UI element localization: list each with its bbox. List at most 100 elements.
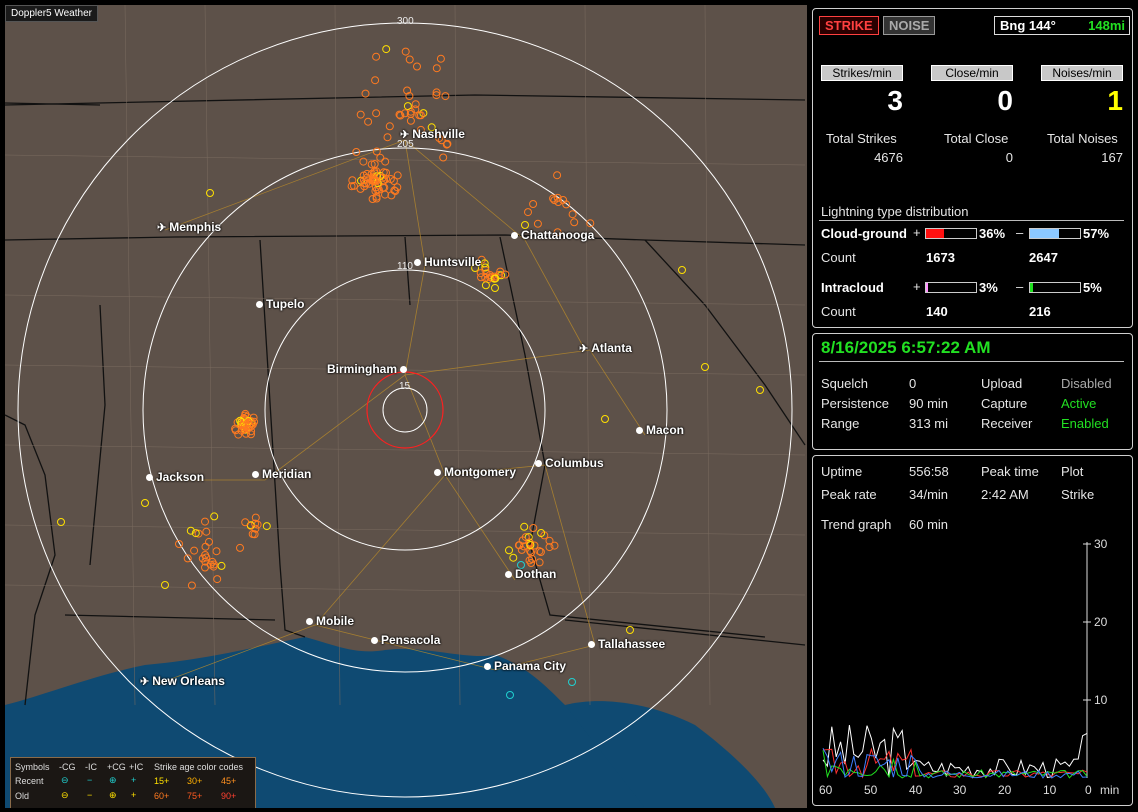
city-dot <box>588 641 595 649</box>
x-label-0: 0 <box>1085 783 1092 797</box>
cg-negative-pct: 57% <box>1083 226 1110 241</box>
lightning-map[interactable]: Doppler5 Weather 300 205 110 15 ✈ Nashvil… <box>5 5 807 808</box>
old-neg-cg-icon: ⊖ <box>61 790 69 800</box>
legend-age-90: 90+ <box>221 791 237 801</box>
ic-positive-fill <box>926 283 928 292</box>
strike-marker <box>241 518 250 527</box>
legend-col-neg-cg: -CG <box>59 762 76 772</box>
strike-marker <box>57 518 65 526</box>
city-dot <box>434 469 441 477</box>
strike-marker <box>529 200 538 208</box>
legend-recent-label: Recent <box>15 776 44 786</box>
strike-marker <box>586 219 595 228</box>
city-dot <box>146 474 153 482</box>
strike-marker <box>439 153 448 162</box>
legend-age-15: 15+ <box>154 776 170 786</box>
strike-marker <box>509 553 518 562</box>
strike-marker <box>568 678 576 686</box>
strike-marker <box>368 195 377 203</box>
city-dot <box>484 663 491 671</box>
legend-age-75: 75+ <box>187 791 203 801</box>
trend-graph-value: 60 min <box>909 517 949 532</box>
status-divider <box>819 361 1124 362</box>
strike-marker <box>205 537 213 546</box>
symbol-legend: Symbols -CG -IC +CG +IC Strike age color… <box>10 757 256 808</box>
city-dot <box>505 571 512 579</box>
persistence-label: Persistence <box>821 396 889 411</box>
strike-marker <box>372 52 381 61</box>
trend-line <box>822 725 1088 779</box>
total-strikes-label: Total Strikes <box>826 131 897 146</box>
x-unit-label: min <box>1100 783 1120 797</box>
ic-negative-count: 216 <box>1029 304 1051 319</box>
ic-positive-count: 140 <box>926 304 948 319</box>
strike-marker <box>678 266 686 274</box>
strike-marker <box>436 54 445 63</box>
strike-marker <box>491 284 499 292</box>
legend-col-neg-ic: -IC <box>85 762 97 772</box>
total-noises-value: 167 <box>1101 150 1123 165</box>
ring-label-300: 300 <box>397 16 414 27</box>
airport-icon: ✈ <box>579 343 589 355</box>
trend-graph-label: Trend graph <box>821 517 892 532</box>
recent-neg-ic-icon: − <box>87 775 93 785</box>
noise-button[interactable]: NOISE <box>883 16 936 35</box>
trend-lines <box>822 725 1088 779</box>
total-strikes-value: 4676 <box>874 150 903 165</box>
legend-symbols-label: Symbols <box>15 762 50 772</box>
strike-marker <box>361 89 370 98</box>
strike-marker <box>568 210 577 219</box>
city-dot <box>414 259 421 267</box>
map-canvas <box>5 5 806 808</box>
strike-marker <box>505 546 513 555</box>
strike-marker <box>356 110 365 119</box>
strike-marker <box>381 190 389 199</box>
x-label-30: 30 <box>953 783 967 797</box>
y-label-20: 20 <box>1094 615 1108 629</box>
peak-rate-value: 34/min <box>909 487 949 502</box>
strike-button[interactable]: STRIKE <box>819 16 879 35</box>
strike-marker <box>535 558 544 567</box>
receiver-value: Enabled <box>1061 416 1109 431</box>
strike-marker <box>364 117 373 126</box>
trend-graph <box>822 542 1091 779</box>
total-noises-label: Total Noises <box>1047 131 1118 146</box>
strike-marker <box>520 522 529 531</box>
upload-label: Upload <box>981 376 1023 391</box>
x-label-60: 60 <box>819 783 833 797</box>
strike-marker <box>626 626 634 634</box>
cg-positive-fill <box>926 229 944 238</box>
strike-marker <box>406 116 415 125</box>
bearing-readout: Bng 144° 148mi <box>994 16 1130 35</box>
strike-marker <box>372 109 381 118</box>
strike-marker <box>383 133 392 142</box>
city-dot <box>636 427 643 435</box>
squelch-value: 0 <box>909 376 917 391</box>
close-per-min-value: 0 <box>997 85 1013 116</box>
trend-line <box>822 747 1088 779</box>
total-close-label: Total Close <box>944 131 1009 146</box>
strike-marker <box>403 102 412 111</box>
legend-age-30: 30+ <box>187 776 203 786</box>
cg-minus-sign: – <box>1016 225 1024 240</box>
upload-value: Disabled <box>1061 376 1112 391</box>
receiver-label: Receiver <box>981 416 1033 431</box>
ic-count-label: Count <box>821 304 856 319</box>
strike-marker <box>381 157 390 166</box>
x-label-20: 20 <box>998 783 1012 797</box>
airport-icon: ✈ <box>400 129 410 141</box>
peak-rate-label: Peak rate <box>821 487 877 502</box>
state-borders <box>5 94 806 706</box>
strike-stats-panel: STRIKE NOISE Bng 144° 148mi Strikes/min … <box>812 8 1133 328</box>
range-value: 313 mi <box>909 416 949 431</box>
uptime-label: Uptime <box>821 464 863 479</box>
city-nashville: ✈ Nashville <box>400 127 465 141</box>
city-dot <box>400 366 408 374</box>
plot-value[interactable]: Strike <box>1061 487 1094 502</box>
city-dot <box>306 618 313 626</box>
cg-positive-bar <box>925 228 977 239</box>
total-close-value: 0 <box>1005 150 1013 165</box>
capture-value: Active <box>1061 396 1097 411</box>
city-dot <box>256 301 263 309</box>
strike-marker <box>533 219 542 228</box>
